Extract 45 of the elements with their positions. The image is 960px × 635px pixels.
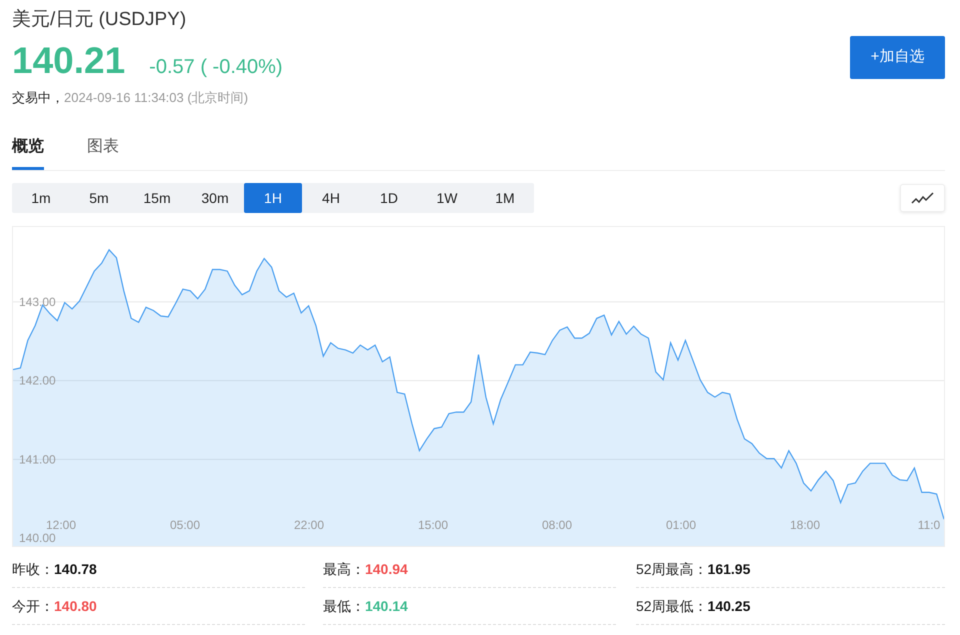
y-axis-label: 143.00 bbox=[19, 294, 56, 309]
stat-value: 140.94 bbox=[364, 560, 408, 578]
period-button[interactable]: 1W bbox=[418, 183, 476, 213]
pair-symbol: (USDJPY) bbox=[98, 9, 186, 30]
price-change: -0.57 ( -0.40%) bbox=[149, 54, 283, 80]
stat-label: 52周最低： bbox=[636, 596, 708, 616]
price: 140.21 bbox=[12, 40, 126, 82]
stat-value: 140.78 bbox=[54, 560, 97, 578]
x-axis-label: 08:00 bbox=[542, 518, 572, 532]
chart-type-button[interactable] bbox=[900, 184, 945, 212]
x-axis-label: 18:00 bbox=[790, 518, 820, 532]
stat-value: 140.14 bbox=[364, 596, 408, 616]
stat-label: 昨收： bbox=[12, 560, 54, 578]
period-button[interactable]: 30m bbox=[186, 183, 244, 213]
y-axis-label: 140.00 bbox=[19, 531, 56, 546]
period-button[interactable]: 1M bbox=[476, 183, 534, 213]
x-axis-label: 15:00 bbox=[418, 518, 448, 532]
period-button[interactable]: 5m bbox=[70, 183, 128, 213]
trading-status: 交易中， bbox=[12, 90, 64, 104]
add-watchlist-button[interactable]: +加自选 bbox=[850, 36, 945, 79]
stat-label: 最低： bbox=[322, 596, 365, 616]
period-button[interactable]: 1m bbox=[12, 183, 70, 213]
period-button[interactable]: 1H bbox=[244, 183, 302, 213]
tab[interactable]: 概览 bbox=[12, 129, 44, 170]
timezone: (北京时间) bbox=[187, 90, 248, 104]
stat-label: 今开： bbox=[12, 596, 54, 616]
stat-value: 161.95 bbox=[708, 560, 750, 578]
x-axis-label: 11:0 bbox=[918, 518, 940, 532]
stat-value: 140.80 bbox=[54, 596, 97, 616]
timestamp: 2024-09-16 11:34:03 bbox=[64, 90, 184, 104]
x-axis-label: 22:00 bbox=[294, 518, 324, 532]
pair-name: 美元/日元 bbox=[12, 9, 94, 30]
x-axis-label: 01:00 bbox=[666, 518, 696, 532]
stat-value: 140.25 bbox=[708, 596, 750, 616]
period-button[interactable]: 15m bbox=[128, 183, 186, 213]
period-button[interactable]: 4H bbox=[302, 183, 360, 213]
y-axis-label: 142.00 bbox=[19, 374, 56, 388]
line-chart-icon bbox=[910, 191, 934, 205]
period-button[interactable]: 1D bbox=[360, 183, 418, 213]
x-axis-label: 05:00 bbox=[170, 518, 200, 532]
x-axis-label: 12:00 bbox=[46, 518, 76, 532]
stat-label: 最高： bbox=[322, 560, 365, 578]
tab[interactable]: 图表 bbox=[87, 129, 119, 170]
stat-label: 52周最高： bbox=[636, 560, 708, 578]
y-axis-label: 141.00 bbox=[19, 452, 56, 466]
